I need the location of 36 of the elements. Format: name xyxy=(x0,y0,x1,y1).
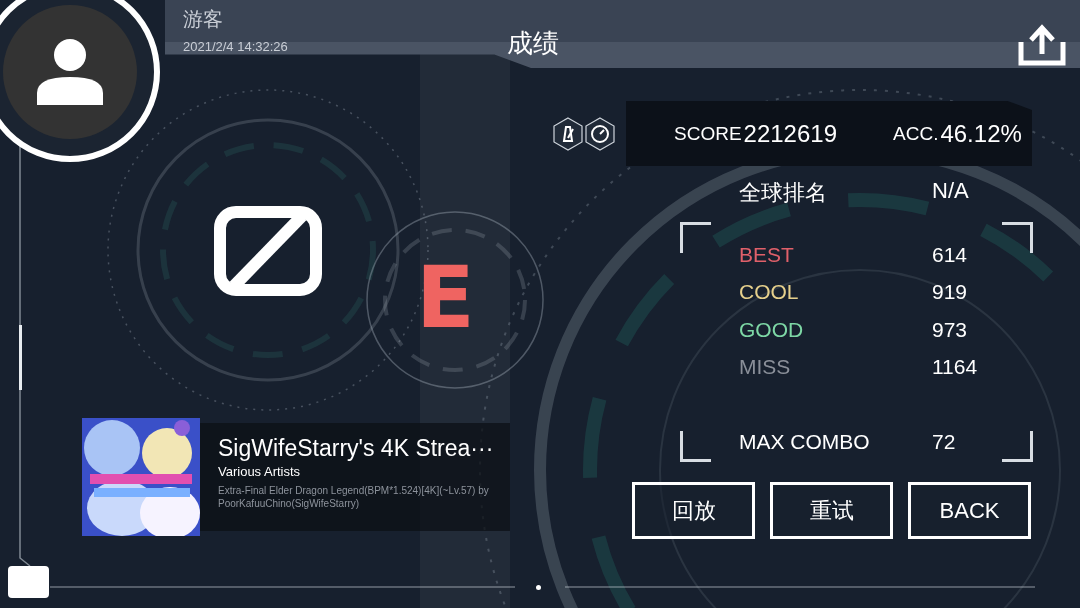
page-title: 成绩 xyxy=(507,27,559,60)
timestamp: 2021/2/4 14:32:26 xyxy=(183,39,289,54)
player-name: 游客 xyxy=(183,7,224,32)
judgement-count: 919 xyxy=(932,280,968,305)
max-combo-value: 72 xyxy=(932,430,956,454)
action-button[interactable]: 重试 xyxy=(770,482,893,539)
ranking-value: N/A xyxy=(932,178,969,205)
judgement-label: BEST xyxy=(739,242,795,267)
judgement-label: GOOD xyxy=(739,317,805,342)
corner-bracket xyxy=(680,222,711,253)
ranking-label: 全球排名 xyxy=(739,179,828,207)
judgement-count: 973 xyxy=(932,317,968,342)
corner-bracket xyxy=(1002,431,1033,462)
slashed-rectangle-icon xyxy=(214,206,322,296)
share-icon[interactable] xyxy=(1018,24,1066,66)
page-indicator xyxy=(536,585,541,590)
person-icon xyxy=(35,37,105,107)
action-button[interactable]: BACK xyxy=(908,482,1031,539)
accuracy-value: 46.12% xyxy=(940,119,1022,148)
grade-letter: E xyxy=(416,254,475,340)
judgement-label: MISS xyxy=(739,355,792,380)
judgement-count: 614 xyxy=(932,242,968,267)
gauge-icon xyxy=(585,116,615,151)
judgement-label: COOL xyxy=(739,280,800,305)
corner-bracket xyxy=(1002,222,1033,253)
metronome-icon xyxy=(553,116,583,151)
judgement-count: 1164 xyxy=(932,355,978,380)
action-button[interactable]: 回放 xyxy=(632,482,755,539)
corner-bracket xyxy=(680,431,711,462)
artist-name: Various Artists xyxy=(218,464,302,479)
score-value: 2212619 xyxy=(743,119,837,148)
score-label: SCORE xyxy=(674,122,742,145)
max-combo-label: MAX COMBO xyxy=(739,430,871,454)
chart-info: Extra-Final Elder Dragon Legend(BPM*1.524)[4K](~Lv.57) by PoorKafuuChino(SigWifeStarry) xyxy=(218,485,490,510)
accuracy-label: ACC. xyxy=(893,122,939,145)
song-title: SigWifeStarry's 4K Strea··· xyxy=(218,435,495,462)
